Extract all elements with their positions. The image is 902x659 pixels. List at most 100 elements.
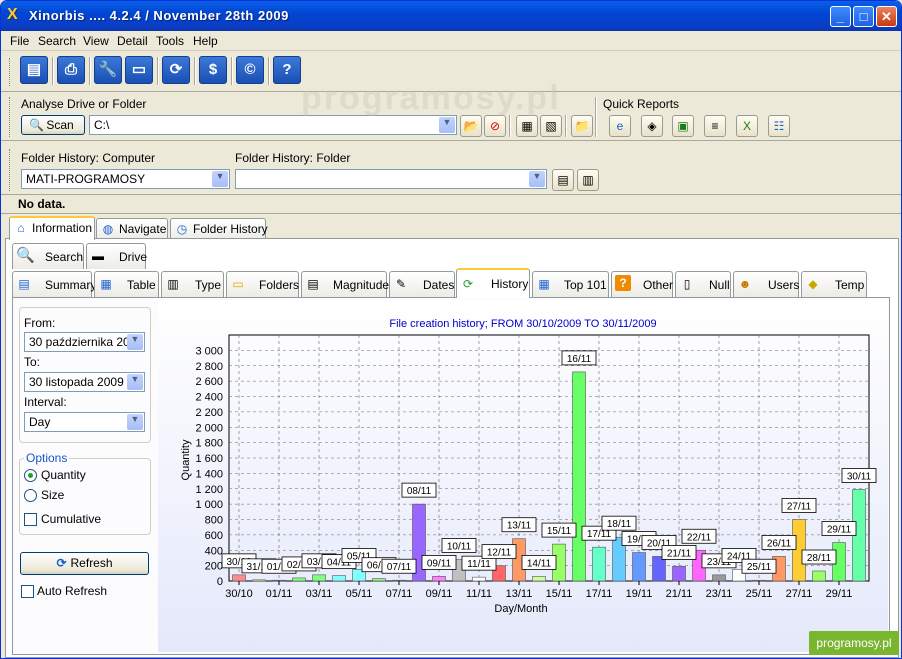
- size-radio[interactable]: [24, 489, 37, 502]
- globe-icon: ◍: [102, 222, 114, 236]
- quantity-radio[interactable]: [24, 469, 37, 482]
- maximize-button[interactable]: □: [853, 6, 874, 27]
- chevron-down-icon[interactable]: ▼: [529, 171, 545, 187]
- refresh-icon[interactable]: ⟳: [162, 56, 190, 84]
- text-report-icon[interactable]: ≡: [704, 115, 726, 137]
- tab-null[interactable]: ▯ Null: [675, 271, 731, 297]
- chevron-down-icon[interactable]: ▼: [439, 117, 455, 133]
- tab-navigate[interactable]: ◍ Navigate: [96, 218, 168, 240]
- browse-folder-icon[interactable]: 📂: [460, 115, 482, 137]
- chevron-down-icon[interactable]: ▼: [127, 374, 143, 390]
- xml-report-icon[interactable]: ◈: [641, 115, 663, 137]
- chevron-down-icon[interactable]: ▼: [127, 414, 143, 430]
- x-tick-label: 05/11: [346, 588, 373, 600]
- close-button[interactable]: ✕: [876, 6, 897, 27]
- tab-label: Users: [768, 278, 800, 292]
- dollar-icon[interactable]: $: [199, 56, 227, 84]
- refresh-button[interactable]: ⟳ Refresh: [20, 552, 149, 575]
- interval-label: Interval:: [24, 395, 67, 409]
- html-report-icon[interactable]: e: [609, 115, 631, 137]
- to-label: To:: [24, 355, 41, 369]
- y-tick-label: 800: [205, 515, 223, 527]
- panel-grip[interactable]: [9, 149, 12, 191]
- bar: [272, 579, 286, 582]
- tab-information[interactable]: ⌂ Information: [9, 216, 95, 240]
- path-combobox[interactable]: C:\ ▼: [89, 115, 457, 135]
- tab-label: Magnitude: [333, 278, 390, 292]
- print-icon[interactable]: ⎙: [57, 56, 85, 84]
- panel-separator: [595, 97, 597, 137]
- open-folder-icon[interactable]: 📁: [571, 115, 593, 137]
- computer-value: MATI-PROGRAMOSY: [26, 172, 146, 186]
- wrench-icon[interactable]: 🔧: [94, 56, 122, 84]
- data-label: 28/11: [807, 553, 832, 564]
- load-history-icon[interactable]: ▤: [552, 169, 574, 191]
- house-icon: ⌂: [17, 221, 25, 235]
- to-date-picker[interactable]: 30 listopada 2009 ▼: [24, 372, 145, 392]
- computer-combobox[interactable]: MATI-PROGRAMOSY ▼: [21, 169, 230, 189]
- tab-folders[interactable]: ▭ Folders: [226, 271, 299, 297]
- panel-grip[interactable]: [9, 97, 12, 137]
- tab-folder-history[interactable]: ◷ Folder History: [170, 218, 268, 240]
- y-axis-label: Quantity: [180, 439, 192, 480]
- toolbar-separator: [157, 57, 159, 85]
- menu-detail[interactable]: Detail: [117, 34, 148, 48]
- minimize-button[interactable]: _: [830, 6, 851, 27]
- x-tick-label: 19/11: [626, 588, 653, 600]
- tab-top-101[interactable]: ▦ Top 101: [532, 271, 609, 297]
- folder-icon[interactable]: ▭: [125, 56, 153, 84]
- type-icon: ▥: [167, 277, 179, 291]
- scan-button[interactable]: 🔍 Scan: [21, 115, 85, 135]
- chevron-down-icon[interactable]: ▼: [212, 171, 228, 187]
- auto-refresh-checkbox[interactable]: [21, 585, 34, 598]
- menu-tools[interactable]: Tools: [156, 34, 184, 48]
- save-icon[interactable]: ▤: [20, 56, 48, 84]
- tab-search[interactable]: 🔍 Search: [12, 243, 84, 269]
- table-icon: ▦: [100, 277, 112, 291]
- x-tick-label: 09/11: [426, 588, 453, 600]
- stop-icon[interactable]: ⊘: [484, 115, 506, 137]
- tab-table[interactable]: ▦ Table: [94, 271, 159, 297]
- tab-label: History: [491, 277, 529, 291]
- data-label: 11/11: [467, 559, 491, 570]
- tab-summary[interactable]: ▤ Summary: [12, 271, 96, 297]
- database-icon[interactable]: ▥: [577, 169, 599, 191]
- y-tick-label: 2 600: [195, 376, 223, 388]
- bar: [812, 570, 826, 582]
- folder-delete-icon[interactable]: ▧: [540, 115, 562, 137]
- menu-help[interactable]: Help: [193, 34, 218, 48]
- tab-label: Drive: [119, 250, 148, 264]
- interval-value: Day: [29, 415, 51, 429]
- y-tick-label: 2 400: [195, 392, 223, 404]
- excel-report-icon[interactable]: ▣: [672, 115, 694, 137]
- path-value: C:\: [94, 118, 110, 132]
- x-tick-label: 07/11: [386, 588, 413, 600]
- from-date-picker[interactable]: 30 października 2009 ▼: [24, 332, 145, 352]
- xinorbis-report-icon[interactable]: X: [736, 115, 758, 137]
- folder-list-icon[interactable]: ▦: [516, 115, 538, 137]
- y-tick-label: 1 400: [195, 468, 223, 480]
- cumulative-checkbox[interactable]: [24, 513, 37, 526]
- tab-type[interactable]: ▥ Type: [161, 271, 224, 297]
- folder-combobox[interactable]: ▼: [235, 169, 547, 189]
- bar: [572, 371, 586, 582]
- tab-history[interactable]: ⟳ History: [456, 268, 530, 298]
- tab-magnitude[interactable]: ▤ Magnitude: [301, 271, 390, 297]
- menu-search[interactable]: Search: [38, 34, 76, 48]
- tab-users[interactable]: ☻ Users: [733, 271, 799, 297]
- tab-drive[interactable]: ▬ Drive: [86, 243, 148, 269]
- bar: [652, 556, 666, 582]
- interval-select[interactable]: Day ▼: [24, 412, 145, 432]
- menu-view[interactable]: View: [83, 34, 109, 48]
- menu-file[interactable]: File: [10, 34, 29, 48]
- tab-other[interactable]: ? Other: [611, 271, 673, 297]
- copyright-icon[interactable]: ©: [236, 56, 264, 84]
- tab-dates[interactable]: ✎ Dates: [389, 271, 455, 297]
- toolbar-grip[interactable]: [9, 58, 12, 86]
- tree-report-icon[interactable]: ☷: [768, 115, 790, 137]
- y-tick-label: 3 000: [195, 345, 223, 357]
- tab-temp[interactable]: ◆ Temp: [801, 271, 867, 297]
- tab-label: Folder History: [193, 222, 268, 236]
- help-icon[interactable]: ?: [273, 56, 301, 84]
- chevron-down-icon[interactable]: ▼: [127, 334, 143, 350]
